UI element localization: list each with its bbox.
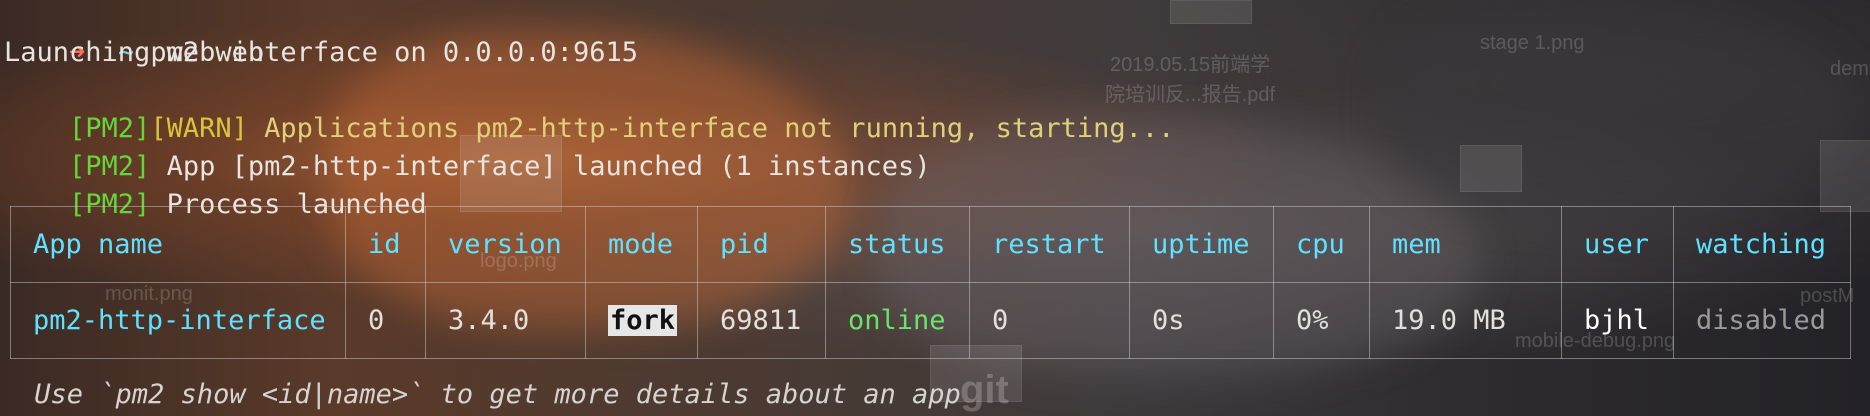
column-header-app-name: App name <box>10 206 346 283</box>
cell-pid: 69811 <box>697 282 826 359</box>
prompt-line: ➜ ~ pm2 web <box>4 0 264 68</box>
column-header-uptime: uptime <box>1129 206 1274 283</box>
column-header-watching: watching <box>1673 206 1851 283</box>
cell-mode: fork <box>585 282 698 359</box>
process-table: App name id version mode pid status rest… <box>10 206 1851 359</box>
column-header-version: version <box>425 206 586 283</box>
output-process-line: [PM2] Process launched <box>4 148 427 220</box>
cell-uptime: 0s <box>1129 282 1274 359</box>
cell-restart: 0 <box>969 282 1130 359</box>
cell-mem: 19.0 MB <box>1369 282 1562 359</box>
cell-cpu: 0% <box>1273 282 1370 359</box>
output-launched-line: [PM2] App [pm2-http-interface] launched … <box>4 110 931 182</box>
column-header-mem: mem <box>1369 206 1562 283</box>
cell-status: online <box>825 282 970 359</box>
cell-watching: disabled <box>1673 282 1851 359</box>
terminal-window[interactable]: ➜ ~ pm2 web Launching web interface on 0… <box>0 0 1870 416</box>
column-header-pid: pid <box>697 206 826 283</box>
column-header-restart: restart <box>969 206 1130 283</box>
column-header-cpu: cpu <box>1273 206 1370 283</box>
column-header-status: status <box>825 206 970 283</box>
column-header-id: id <box>345 206 426 283</box>
output-launching: Launching web interface on 0.0.0.0:9615 <box>4 37 638 68</box>
column-header-user: user <box>1561 206 1674 283</box>
usage-hint: Use `pm2 show <id|name>` to get more det… <box>18 379 961 410</box>
output-warn-line: [PM2][WARN] Applications pm2-http-interf… <box>4 72 1174 144</box>
table-row: pm2-http-interface 0 3.4.0 fork 69811 on… <box>10 282 1851 359</box>
cell-user: bjhl <box>1561 282 1674 359</box>
mode-badge: fork <box>608 305 678 336</box>
column-header-mode: mode <box>585 206 698 283</box>
cell-version: 3.4.0 <box>425 282 586 359</box>
cell-id: 0 <box>345 282 426 359</box>
table-header-row: App name id version mode pid status rest… <box>10 206 1851 283</box>
cell-app-name: pm2-http-interface <box>10 282 346 359</box>
